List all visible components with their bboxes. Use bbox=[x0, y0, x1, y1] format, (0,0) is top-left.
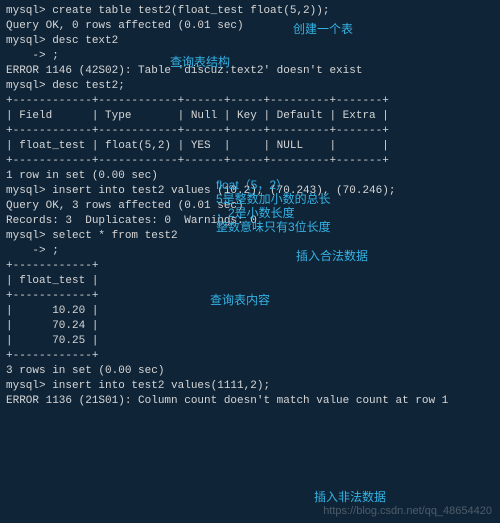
term-line: | float_test | bbox=[6, 274, 494, 289]
term-line: | Field | Type | Null | Key | Default | … bbox=[6, 109, 494, 124]
annotation-create-table: 创建一个表 bbox=[293, 22, 353, 36]
term-line: mysql> insert into test2 values(1111,2); bbox=[6, 379, 494, 394]
term-line-error: ERROR 1146 (42S02): Table 'discuz.text2'… bbox=[6, 64, 494, 79]
term-line: +------------+ bbox=[6, 349, 494, 364]
term-line-error: ERROR 1136 (21S01): Column count doesn't… bbox=[6, 394, 494, 409]
annotation-desc-struct: 查询表结构 bbox=[170, 55, 230, 69]
term-line: mysql> desc test2; bbox=[6, 79, 494, 94]
annotation-select-content: 查询表内容 bbox=[210, 293, 270, 307]
annotation-float-note4: 整数意味只有3位长度 bbox=[216, 220, 331, 234]
term-line: mysql> desc text2 bbox=[6, 34, 494, 49]
annotation-float-note2: 5是整数加小数的总长 bbox=[216, 192, 331, 206]
term-line: | 70.24 | bbox=[6, 319, 494, 334]
term-line: +------------+------------+------+-----+… bbox=[6, 94, 494, 109]
term-line: -> ; bbox=[6, 49, 494, 64]
term-line: +------------+ bbox=[6, 259, 494, 274]
term-line: Query OK, 0 rows affected (0.01 sec) bbox=[6, 19, 494, 34]
term-line: | float_test | float(5,2) | YES | | NULL… bbox=[6, 139, 494, 154]
term-line: +------------+------------+------+-----+… bbox=[6, 154, 494, 169]
annotation-insert-invalid: 插入非法数据 bbox=[314, 490, 386, 504]
annotation-float-note3: ，2是小数长度 bbox=[216, 206, 295, 220]
term-line: | 70.25 | bbox=[6, 334, 494, 349]
annotation-float-note1: float（5，2） bbox=[216, 178, 288, 192]
term-line: -> ; bbox=[6, 244, 494, 259]
watermark-text: https://blog.csdn.net/qq_48654420 bbox=[323, 504, 492, 519]
term-line: 3 rows in set (0.00 sec) bbox=[6, 364, 494, 379]
term-line: mysql> create table test2(float_test flo… bbox=[6, 4, 494, 19]
annotation-insert-valid: 插入合法数据 bbox=[296, 249, 368, 263]
term-line: +------------+------------+------+-----+… bbox=[6, 124, 494, 139]
